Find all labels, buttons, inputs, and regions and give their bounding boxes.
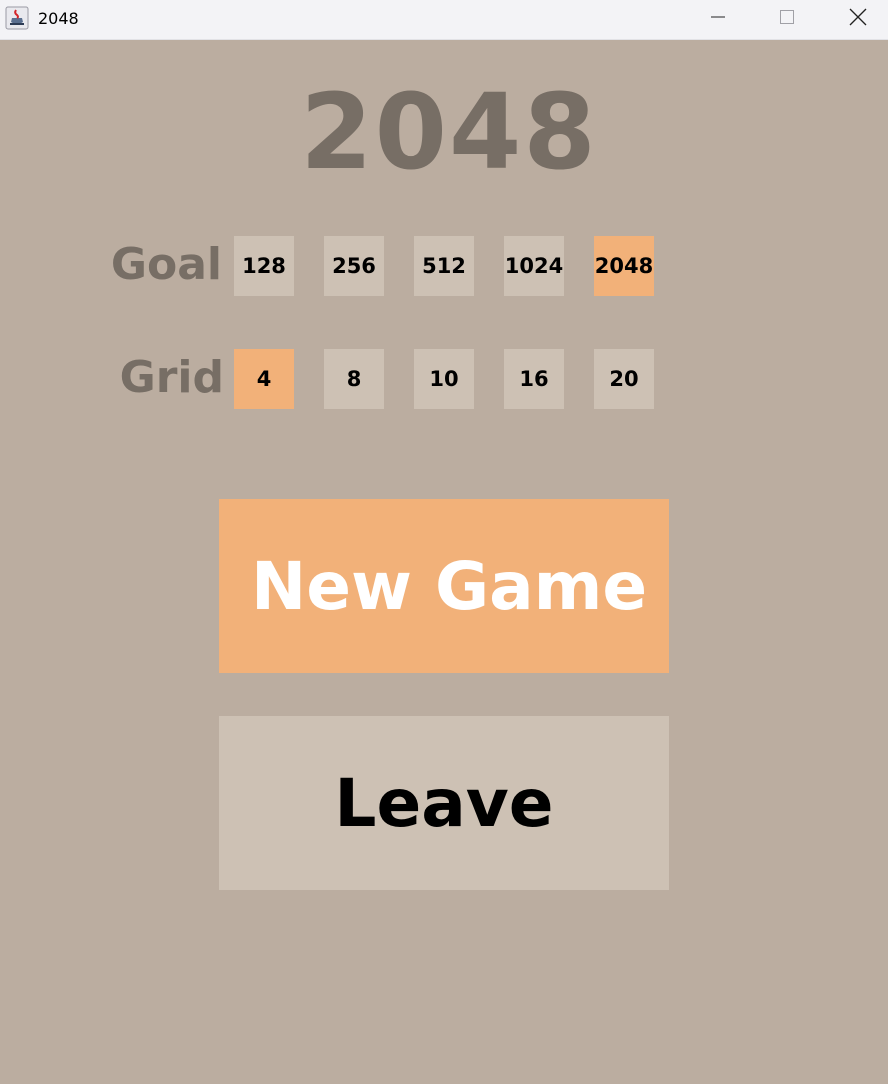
goal-option[interactable]: 512 xyxy=(414,236,474,296)
close-icon xyxy=(849,8,867,30)
title-bar: 2048 xyxy=(0,0,888,40)
close-button[interactable] xyxy=(835,0,881,38)
goal-option-selected[interactable]: 2048 xyxy=(594,236,654,296)
grid-option[interactable]: 16 xyxy=(504,349,564,409)
grid-option[interactable]: 10 xyxy=(414,349,474,409)
grid-option-selected[interactable]: 4 xyxy=(234,349,294,409)
goal-option[interactable]: 1024 xyxy=(504,236,564,296)
app-window: 2048 2048 Goal 128 256 512 1024 2048 Gri… xyxy=(0,0,888,1084)
grid-option[interactable]: 20 xyxy=(594,349,654,409)
maximize-icon xyxy=(779,9,795,29)
game-title: 2048 xyxy=(300,71,598,193)
java-cup-icon[interactable] xyxy=(5,6,29,30)
goal-label: Goal xyxy=(110,239,222,290)
goal-option[interactable]: 128 xyxy=(234,236,294,296)
new-game-button[interactable]: New Game xyxy=(219,499,669,673)
grid-label: Grid xyxy=(119,352,224,403)
minimize-button[interactable] xyxy=(695,0,741,38)
leave-button[interactable]: Leave xyxy=(219,716,669,890)
maximize-button[interactable] xyxy=(764,0,810,38)
minimize-icon xyxy=(710,9,726,29)
goal-option[interactable]: 256 xyxy=(324,236,384,296)
window-title: 2048 xyxy=(38,9,79,28)
grid-option[interactable]: 8 xyxy=(324,349,384,409)
